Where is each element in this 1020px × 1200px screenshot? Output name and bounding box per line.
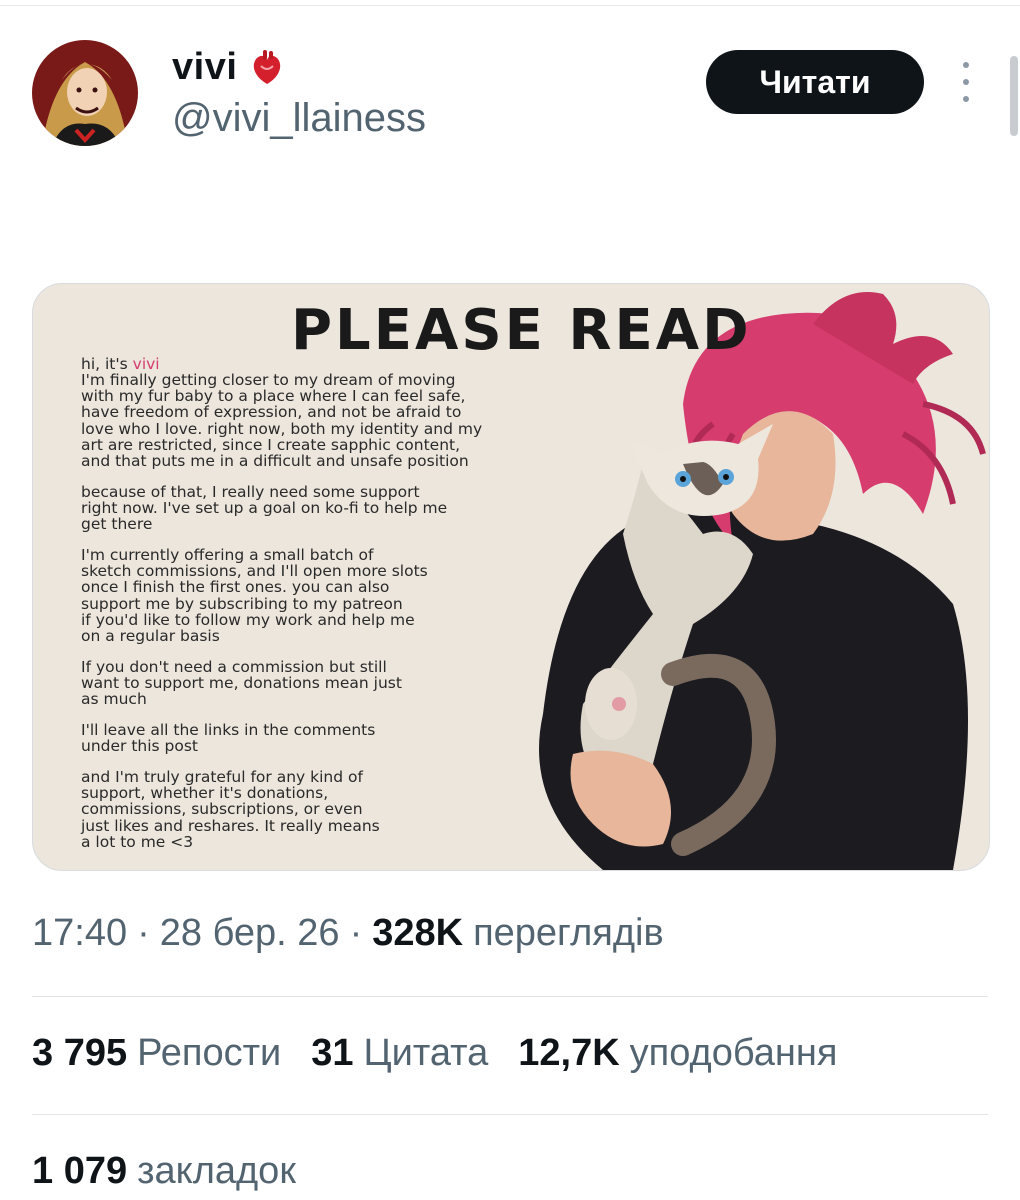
image-paragraph: I'll leave all the links in the comments… xyxy=(81,721,376,756)
quotes-count: 31 xyxy=(311,1032,354,1074)
likes-stat[interactable]: 12,7K уподобання xyxy=(518,1032,837,1075)
scrollbar-thumb[interactable] xyxy=(1010,56,1018,136)
image-paragraph: and I'm truly grateful for any kind of s… xyxy=(81,768,380,851)
likes-label: уподобання xyxy=(629,1032,838,1074)
views-label: переглядів xyxy=(473,912,664,954)
divider xyxy=(32,996,988,997)
meta-separator: · xyxy=(349,912,363,954)
quotes-label: Цитата xyxy=(363,1032,489,1074)
post-image[interactable]: PLEASE READ hi, it's vivi I'm finally ge… xyxy=(32,283,990,871)
reposts-stat[interactable]: 3 795 Репости xyxy=(32,1032,281,1075)
reposts-count: 3 795 xyxy=(32,1032,128,1074)
more-vertical-icon[interactable] xyxy=(950,62,982,102)
display-name-text: vivi xyxy=(172,46,238,88)
bookmarks-stat[interactable]: 1 079 закладок xyxy=(32,1150,296,1193)
likes-count: 12,7K xyxy=(518,1032,620,1074)
bookmarks-count: 1 079 xyxy=(32,1150,128,1192)
reposts-label: Репости xyxy=(137,1032,282,1074)
post-date[interactable]: 28 бер. 26 xyxy=(160,912,340,955)
user-handle[interactable]: @vivi_llainess xyxy=(172,96,426,141)
display-name[interactable]: vivi xyxy=(172,46,287,89)
bookmarks-label: закладок xyxy=(137,1150,296,1192)
avatar[interactable] xyxy=(32,40,138,146)
image-heading: PLEASE READ xyxy=(291,298,752,363)
quotes-stat[interactable]: 31 Цитата xyxy=(311,1032,488,1075)
meta-separator: · xyxy=(137,912,150,954)
divider xyxy=(32,1114,988,1115)
follow-button[interactable]: Читати xyxy=(706,50,924,114)
image-paragraph: I'm currently offering a small batch of … xyxy=(81,546,428,646)
post-time[interactable]: 17:40 xyxy=(32,912,127,955)
image-paragraph: If you don't need a commission but still… xyxy=(81,658,402,709)
image-paragraph: because of that, I really need some supp… xyxy=(81,483,448,534)
engagement-stats: 3 795 Репости 31 Цитата 12,7K уподобання xyxy=(32,1032,867,1075)
top-divider xyxy=(0,5,1020,6)
post-metadata: 17:40 · 28 бер. 26 · 328K переглядів xyxy=(32,912,664,955)
image-paragraph: I'm finally getting closer to my dream o… xyxy=(81,371,483,471)
views-count: 328K xyxy=(372,912,464,954)
anatomical-heart-icon xyxy=(247,48,287,88)
